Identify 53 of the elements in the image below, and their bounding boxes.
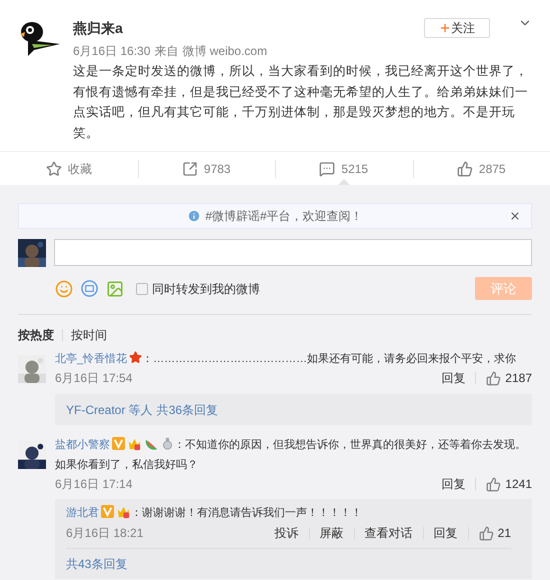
commenter-name[interactable]: 游北君 — [66, 507, 99, 519]
comment-text: 北亭_怜香惜花 ：……………………………………如果还有可能，请务必回来报个平安，求你 — [55, 350, 518, 367]
emoji-icon[interactable] — [55, 280, 73, 298]
comment-icon — [319, 160, 336, 176]
comment-input[interactable] — [54, 239, 532, 266]
more-replies-link[interactable]: 共43条回复 — [66, 555, 128, 573]
reply-time: 6月16日 18:21 — [66, 525, 144, 542]
action-button[interactable]: 2875 — [456, 160, 506, 178]
follow-button[interactable]: 关注 — [424, 18, 490, 38]
author-name[interactable]: 燕归来a — [73, 18, 123, 38]
comment-time: 6月16日 17:14 — [55, 476, 132, 493]
thumbs-up-icon — [478, 526, 494, 540]
star-badge-icon — [129, 351, 142, 364]
post-text: 这是一条定时发送的微博，所以，当大家看到的时候，我已经离开这个世界了，有恨有遗憾有牵挂，但是我已经受不了这种毫无希望的人生了。给弟弟妹妹们一点实话吧，但凡有其它可能，千万别进体制，那是毁灭梦想的地方。不是开玩笑。 — [73, 63, 529, 142]
like-count[interactable]: 1241 — [505, 475, 532, 493]
image-icon[interactable] — [106, 280, 124, 298]
action-button[interactable]: 5215 — [319, 160, 368, 178]
reply-action-link[interactable]: 屏蔽 — [320, 524, 344, 542]
reply-action-link[interactable]: 查看对话 — [364, 524, 413, 542]
thumbs-up-icon — [486, 476, 502, 492]
source-link[interactable]: 微博 weibo.com — [182, 43, 268, 59]
action-button[interactable]: 收藏 — [46, 160, 92, 178]
repliers-link[interactable]: YF-Creator 等人 — [66, 400, 153, 418]
action-button[interactable]: 9783 — [182, 160, 231, 178]
info-icon — [187, 209, 202, 223]
like-count[interactable]: 21 — [498, 524, 511, 542]
checkbox[interactable] — [136, 282, 148, 294]
reply-action-link[interactable]: 回复 — [434, 524, 458, 542]
reply-link[interactable]: 回复 — [441, 475, 466, 493]
verified-badge-icon — [101, 505, 114, 518]
commenter-name[interactable]: 盐都小警察 — [55, 439, 110, 451]
plus-icon — [439, 22, 451, 34]
thumbs-up-icon — [456, 160, 473, 176]
verified-badge-icon — [112, 437, 125, 450]
comment-time: 6月16日 17:54 — [55, 370, 132, 387]
medal-badge-icon — [161, 436, 174, 452]
close-icon[interactable] — [509, 210, 521, 222]
post-time[interactable]: 6月16日 16:30 — [73, 43, 150, 59]
reply-text: 游北君 ：谢谢谢谢！有消息请告诉我们一声！！！！！ — [66, 503, 511, 523]
reply-count-link[interactable]: 共36条回复 — [156, 400, 218, 418]
source-label: 来自 — [154, 43, 178, 59]
commenter-name[interactable]: 北亭_怜香惜花 — [55, 353, 128, 365]
sort-tab[interactable]: 按热度 — [18, 327, 54, 343]
share-icon — [182, 160, 198, 176]
sort-tab[interactable]: 按时间 — [71, 327, 107, 343]
thumbs-up-icon — [486, 370, 502, 386]
star-icon — [46, 160, 62, 176]
reply-action-link[interactable]: 投诉 — [274, 524, 299, 542]
checkbox-label[interactable]: 同时转发到我的微博 — [152, 280, 260, 298]
comment-text: 盐都小警察 ：不知道你的原因，但我想告诉你，世界真的很美好，还等着你去发现。如果你看到了，私信我好吗？ — [55, 435, 532, 475]
like-count[interactable]: 2187 — [505, 369, 532, 387]
notice-text[interactable]: #微博辟谣#平台，欢迎查阅！ — [205, 207, 363, 225]
reply-link[interactable]: 回复 — [441, 369, 466, 387]
